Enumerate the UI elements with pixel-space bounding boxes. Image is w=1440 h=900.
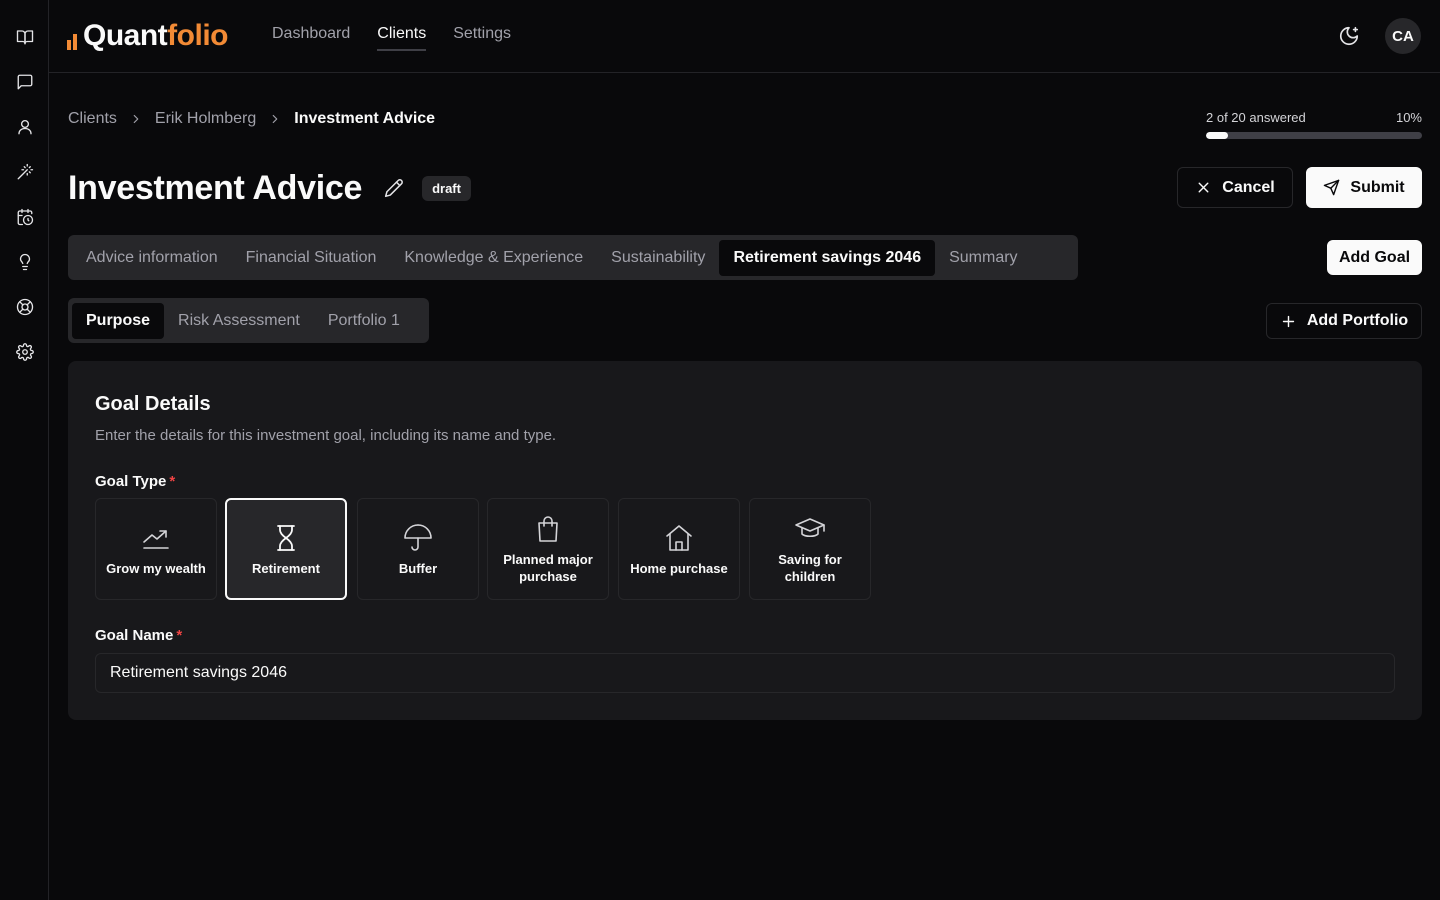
tab-risk-assessment[interactable]: Risk Assessment xyxy=(164,303,314,339)
section-tabs: Advice information Financial Situation K… xyxy=(68,235,1078,280)
nav-clients[interactable]: Clients xyxy=(377,25,427,51)
tab-purpose[interactable]: Purpose xyxy=(72,302,165,339)
close-icon xyxy=(1198,182,1209,193)
goal-type-label: Retirement xyxy=(252,560,320,576)
status-badge: draft xyxy=(422,175,471,201)
breadcrumb-current: Investment Advice xyxy=(294,110,436,127)
tab-sustainability[interactable]: Sustainability xyxy=(597,240,719,276)
hourglass-icon xyxy=(277,524,295,551)
goal-type-label: Saving for children xyxy=(778,552,842,584)
nav-settings[interactable]: Settings xyxy=(453,25,511,51)
top-bar: Quantfolio Dashboard Clients Settings CA xyxy=(49,0,1440,73)
nav-dashboard[interactable]: Dashboard xyxy=(272,25,350,51)
breadcrumb-client-name[interactable]: Erik Holmberg xyxy=(155,110,256,128)
send-icon xyxy=(1324,179,1340,196)
quantfolio-logo[interactable]: Quantfolio xyxy=(67,19,228,53)
add-portfolio-button[interactable]: Add Portfolio xyxy=(1266,303,1422,339)
goal-type-label: Home purchase xyxy=(630,560,728,576)
add-portfolio-button-label: Add Portfolio xyxy=(1306,312,1409,329)
cancel-button-label: Cancel xyxy=(1222,178,1275,196)
gear-icon[interactable] xyxy=(12,339,37,364)
card-title: Goal Details xyxy=(95,393,211,415)
tab-portfolio-1[interactable]: Portfolio 1 xyxy=(314,303,414,339)
progress-answered-label: 2 of 20 answered xyxy=(1206,110,1306,125)
magic-wand-icon[interactable] xyxy=(12,159,37,184)
page-header: Investment Advice draft xyxy=(68,167,471,209)
theme-toggle-icon[interactable] xyxy=(1338,25,1360,47)
goal-name-input[interactable] xyxy=(95,653,1395,693)
required-mark: * xyxy=(169,473,176,490)
goal-type-retirement[interactable]: Retirement xyxy=(225,498,347,600)
goal-type-label: Grow my wealth xyxy=(106,560,206,576)
logo-q: Q xyxy=(83,19,106,52)
shopping-bag-icon xyxy=(538,516,558,542)
logo-uant: uant xyxy=(105,19,168,52)
goal-details-card: Goal Details Enter the details for this … xyxy=(68,361,1422,720)
sidebar-rail xyxy=(0,0,49,900)
breadcrumb-clients[interactable]: Clients xyxy=(68,110,117,128)
lightbulb-icon[interactable] xyxy=(12,249,37,274)
message-square-icon[interactable] xyxy=(12,69,37,94)
calendar-clock-icon[interactable] xyxy=(12,204,37,229)
goal-type-grow-my-wealth[interactable]: Grow my wealth xyxy=(95,498,217,600)
goal-type-saving-for-children[interactable]: Saving for children xyxy=(749,498,871,600)
plus-icon xyxy=(1282,315,1295,327)
tab-financial-situation[interactable]: Financial Situation xyxy=(232,240,391,276)
progress-percent-label: 10% xyxy=(1395,110,1422,125)
book-open-icon[interactable] xyxy=(12,24,37,49)
tab-retirement-savings[interactable]: Retirement savings 2046 xyxy=(719,239,936,276)
trending-up-icon xyxy=(143,529,169,549)
tab-advice-information[interactable]: Advice information xyxy=(72,240,232,276)
submit-button[interactable]: Submit xyxy=(1306,167,1422,208)
goal-type-label: Buffer xyxy=(398,560,438,576)
goal-type-home-purchase[interactable]: Home purchase xyxy=(618,498,740,600)
pencil-icon[interactable] xyxy=(384,178,404,198)
chevron-right-icon xyxy=(268,112,282,126)
goal-type-label: Goal Type * xyxy=(95,473,175,490)
card-description: Enter the details for this investment go… xyxy=(95,427,557,444)
breadcrumb: Clients Erik Holmberg Investment Advice xyxy=(68,110,435,128)
progress-bar-fill xyxy=(1206,132,1228,139)
goal-subtabs: Purpose Risk Assessment Portfolio 1 xyxy=(68,298,429,343)
required-mark: * xyxy=(176,627,183,644)
progress-bar xyxy=(1206,132,1422,139)
add-goal-button-label: Add Goal xyxy=(1338,248,1411,266)
add-goal-button[interactable]: Add Goal xyxy=(1327,240,1422,275)
avatar[interactable]: CA xyxy=(1385,18,1421,54)
goal-type-label: Planned major purchase xyxy=(503,552,593,584)
user-icon[interactable] xyxy=(12,114,37,139)
graduation-cap-icon xyxy=(795,518,825,538)
main-nav: Dashboard Clients Settings xyxy=(272,25,511,51)
goal-type-buffer[interactable]: Buffer xyxy=(357,498,479,600)
tab-knowledge-experience[interactable]: Knowledge & Experience xyxy=(390,240,597,276)
life-buoy-icon[interactable] xyxy=(12,294,37,319)
submit-button-label: Submit xyxy=(1350,178,1405,196)
questionnaire-progress: 2 of 20 answered 10% xyxy=(1206,110,1422,139)
goal-type-label-text: Goal Type xyxy=(95,473,167,490)
chevron-right-icon xyxy=(129,112,143,126)
page-title: Investment Advice xyxy=(68,168,363,207)
goal-type-planned-major-purchase[interactable]: Planned major purchase xyxy=(487,498,609,600)
logo-folio: folio xyxy=(167,19,228,52)
house-icon xyxy=(666,524,692,551)
cancel-button[interactable]: Cancel xyxy=(1177,167,1293,208)
tab-summary[interactable]: Summary xyxy=(935,240,1031,276)
goal-name-label: Goal Name * xyxy=(95,627,182,644)
umbrella-icon xyxy=(404,523,432,551)
goal-name-label-text: Goal Name xyxy=(95,627,174,644)
